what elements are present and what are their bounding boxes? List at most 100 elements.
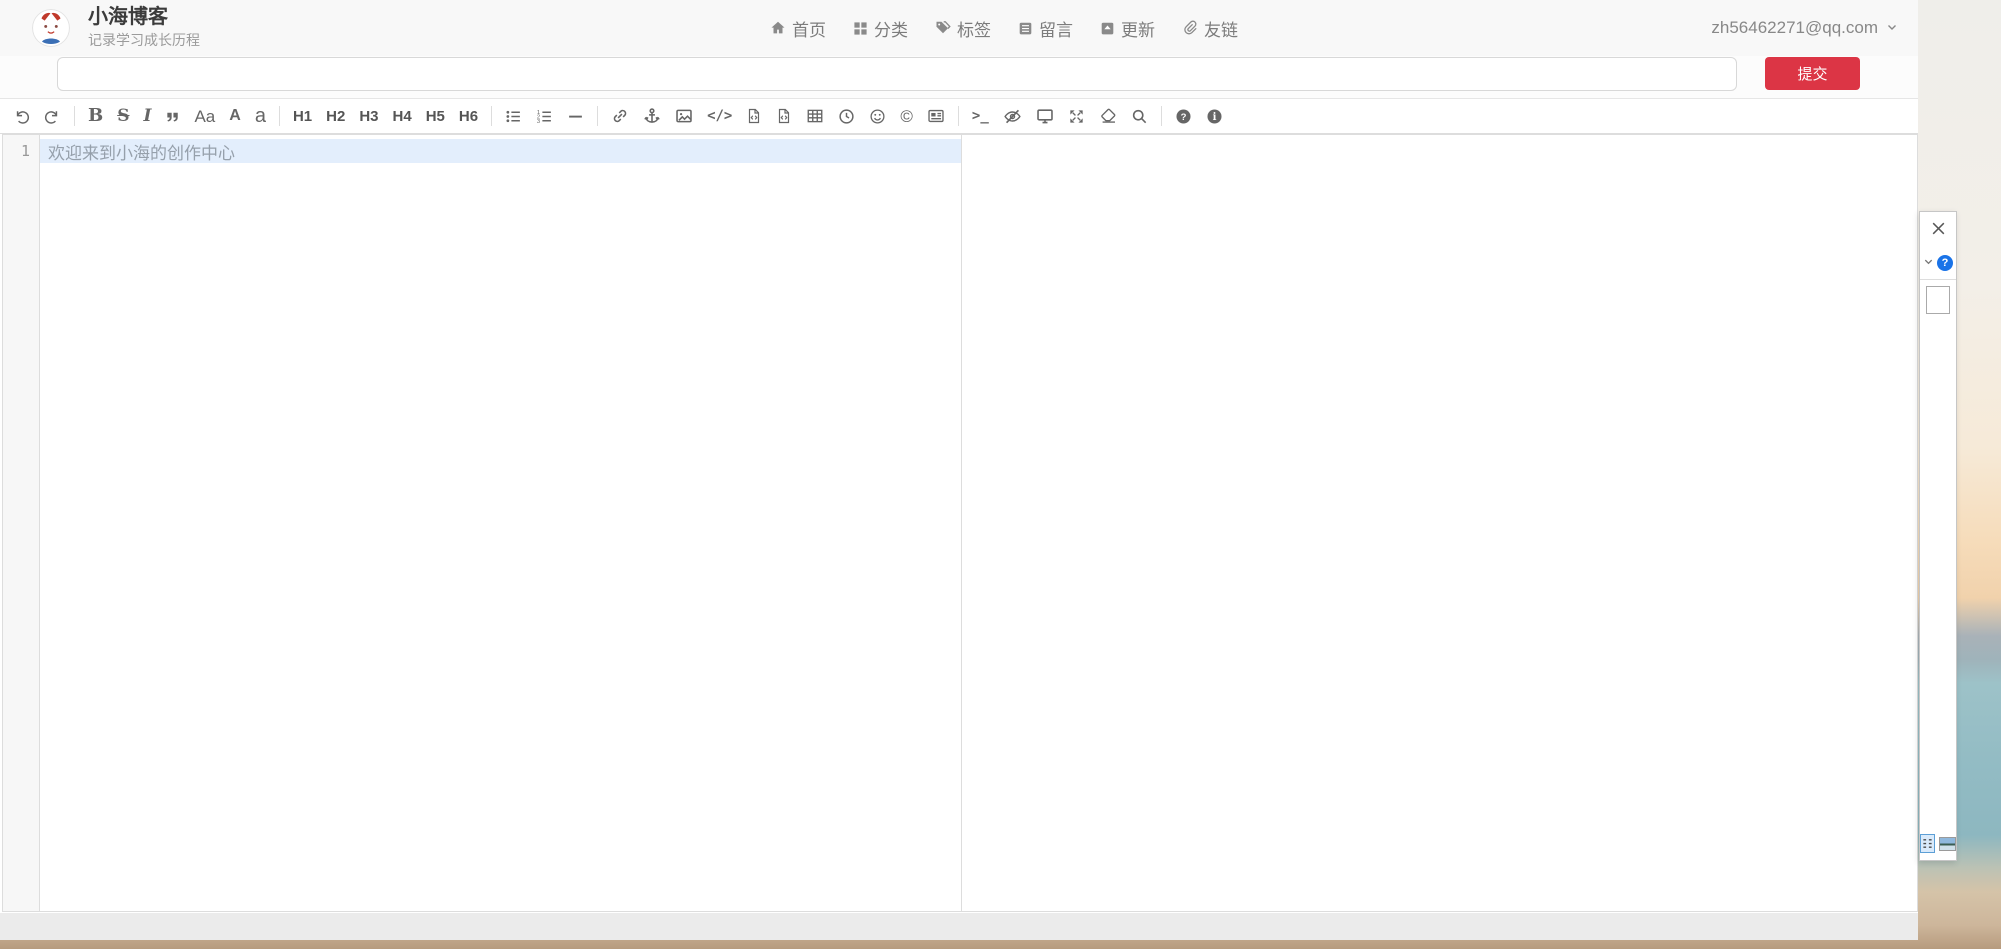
home-icon [770,20,786,36]
strikethrough-icon: S [117,108,129,125]
compose-row: 提交 [0,56,1918,99]
list-ul-icon [505,108,522,125]
markdown-preview-pane [962,135,1917,911]
links-icon [1182,20,1198,36]
toolbar-group-divider [279,106,280,126]
editor-toolbar: BSI Aa Aa H1 H2 H3 H4 H5 H6 123 </> © >_? i [0,99,1918,134]
toolbar-h1-button[interactable]: H1 [286,100,319,133]
toolbar-group-divider [597,106,598,126]
anchor-icon [643,107,661,125]
toolbar-datetime-button[interactable] [831,100,862,133]
toolbar-uppercase-button[interactable]: A [222,100,248,133]
uppercase-icon: A [229,108,241,124]
italic-icon: I [144,108,152,125]
markdown-editor: 1 欢迎来到小海的创作中心 [2,134,1918,912]
toolbar-link-button[interactable] [604,100,636,133]
hr-icon [567,108,584,125]
close-icon[interactable] [1930,220,1947,242]
toolbar-preformatted-text-button[interactable] [739,100,769,133]
chevron-down-icon[interactable] [1923,254,1934,272]
toolbar-fullscreen-button[interactable] [1061,100,1092,133]
toolbar-clear-button[interactable] [1092,100,1124,133]
list-lines-icon[interactable] [1920,834,1935,853]
toolbar-italic-button[interactable]: I [137,100,159,133]
svg-text:3: 3 [537,118,540,124]
side-overlay-panel: ? [1919,211,1957,861]
toolbar-html-entities-button[interactable]: © [893,100,920,133]
line-number-gutter: 1 [3,135,40,911]
quote-icon [165,109,180,124]
toolbar-table-button[interactable] [799,100,831,133]
toolbar-preview-button[interactable] [1029,100,1061,133]
toolbar-emoji-button[interactable] [862,100,893,133]
site-header: 小海博客 记录学习成长历程 首页 分类 标签 留言 更新 友链 zh56462271@qq… [0,0,1918,57]
toolbar-bold-button[interactable]: B [81,100,110,133]
toolbar-h4-button[interactable]: H4 [386,100,419,133]
nav-item-label: 首页 [792,16,826,41]
toolbar-help-button[interactable]: ? [1168,100,1199,133]
h2-icon: H2 [326,109,345,124]
toolbar-list-ul-button[interactable] [498,100,529,133]
nav-item-updates[interactable]: 更新 [1100,16,1155,41]
toolbar-info-button[interactable]: i [1199,100,1230,133]
toolbar-redo-button[interactable] [37,100,68,133]
toolbar-anchor-button[interactable] [636,100,668,133]
nav-item-label: 友链 [1204,16,1238,41]
image-thumbnail-icon[interactable] [1939,837,1956,851]
side-panel-input[interactable] [1926,286,1950,314]
panel-controls-row: ? [1920,254,1956,272]
svg-text:?: ? [1180,111,1186,122]
toolbar-h3-button[interactable]: H3 [352,100,385,133]
preview-icon [1036,107,1054,125]
code-editing-area[interactable]: 欢迎来到小海的创作中心 [40,135,961,911]
help-icon[interactable]: ? [1937,255,1953,271]
redo-icon [44,108,61,125]
emoji-icon [869,108,886,125]
page-container: 小海博客 记录学习成长历程 首页 分类 标签 留言 更新 友链 zh56462271@qq… [0,0,1918,940]
nav-item-messages[interactable]: 留言 [1018,16,1073,41]
link-icon [611,107,629,125]
comments-icon [1018,21,1033,36]
post-title-input[interactable] [57,57,1737,91]
toolbar-search-button[interactable] [1124,100,1155,133]
toolbar-group-divider [491,106,492,126]
search-icon [1131,108,1148,125]
toolbar-lowercase-button[interactable]: a [248,100,273,133]
lowercase-icon: a [255,106,266,126]
table-icon [806,107,824,125]
svg-text:i: i [1212,111,1216,123]
toolbar-watch-button[interactable] [996,100,1029,133]
undo-icon [13,108,30,125]
category-icon [853,21,868,36]
h5-icon: H5 [426,109,445,124]
toolbar-ucwords-button[interactable]: Aa [187,100,222,133]
datetime-icon [838,108,855,125]
toolbar-group-divider [958,106,959,126]
toolbar-undo-button[interactable] [6,100,37,133]
toolbar-h5-button[interactable]: H5 [419,100,452,133]
nav-item-label: 更新 [1121,16,1155,41]
toolbar-code-block-button[interactable] [769,100,799,133]
update-icon [1100,21,1115,36]
page-footer [0,913,1918,940]
nav-item-categories[interactable]: 分类 [853,16,908,41]
toolbar-strikethrough-button[interactable]: S [110,100,136,133]
nav-item-home[interactable]: 首页 [770,16,826,41]
toolbar-quote-button[interactable] [158,100,187,133]
toolbar-hr-button[interactable] [560,100,591,133]
site-subtitle: 记录学习成长历程 [88,30,200,50]
toolbar-pagebreak-button[interactable] [920,100,952,133]
toolbar-list-ol-button[interactable]: 123 [529,100,560,133]
user-menu[interactable]: zh56462271@qq.com [1711,0,1898,56]
nav-item-links[interactable]: 友链 [1182,16,1238,41]
submit-button[interactable]: 提交 [1765,57,1860,90]
toolbar-code-button[interactable]: </> [700,100,739,133]
site-brand[interactable]: 小海博客 记录学习成长历程 [32,6,200,50]
toolbar-goto-line-button[interactable]: >_ [965,100,996,133]
toolbar-h2-button[interactable]: H2 [319,100,352,133]
h3-icon: H3 [359,109,378,124]
preformatted-text-icon [746,107,762,125]
toolbar-image-button[interactable] [668,100,700,133]
nav-item-tags[interactable]: 标签 [935,16,991,41]
toolbar-h6-button[interactable]: H6 [452,100,485,133]
